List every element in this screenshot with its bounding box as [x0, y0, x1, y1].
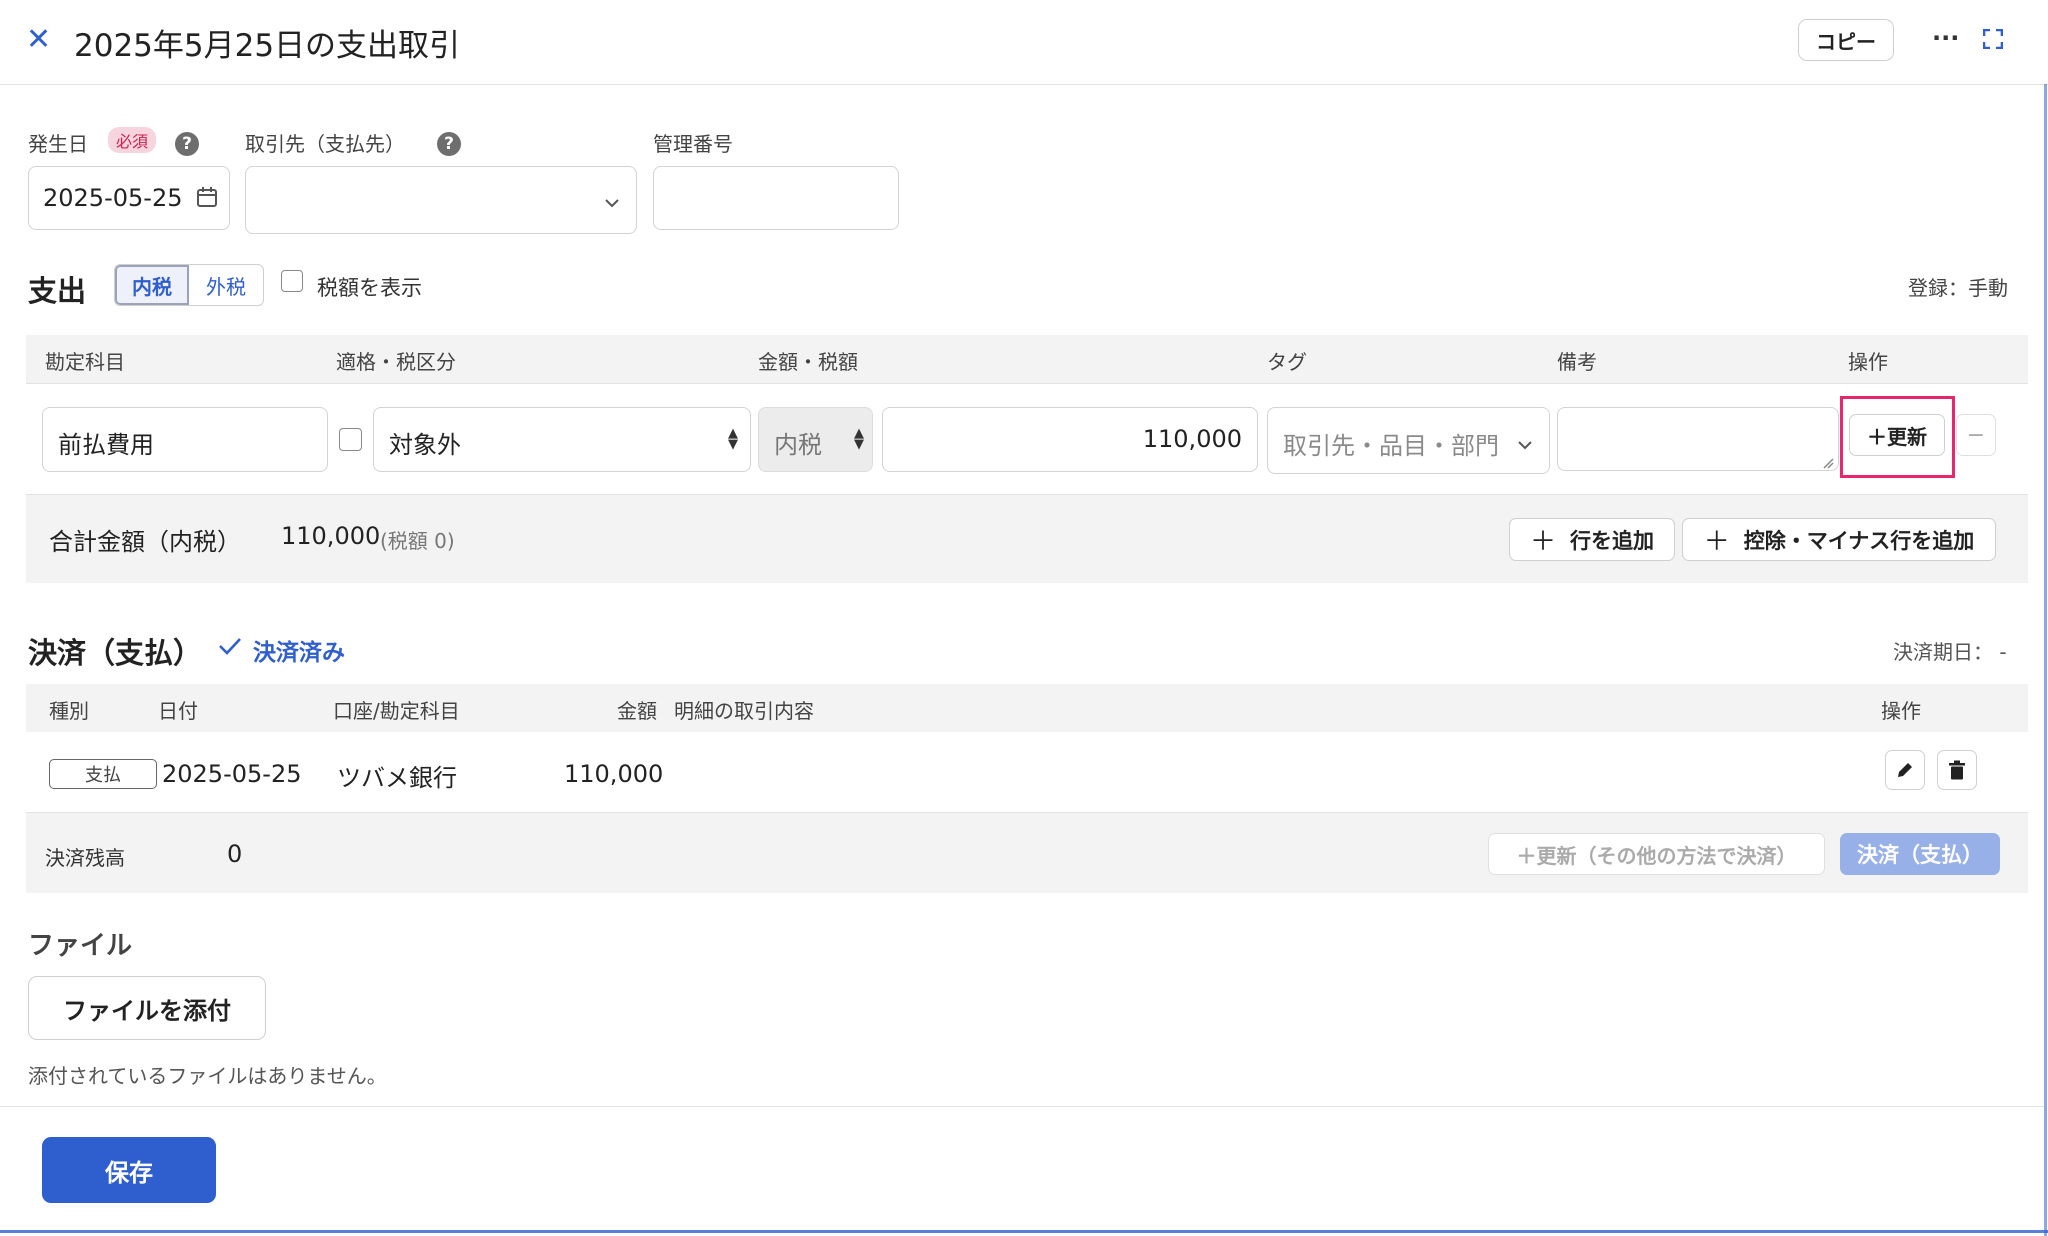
files-section-title: ファイル	[28, 931, 133, 961]
plus-icon: ＋	[1529, 527, 1556, 557]
row-update-button[interactable]: ＋更新	[1849, 414, 1945, 456]
balance-label: 決済残高	[45, 846, 125, 870]
tax-category-select[interactable]: 対象外 ▲ ▼	[373, 407, 751, 472]
page-title: 2025年5月25日の支出取引	[74, 28, 461, 64]
tags-placeholder: 取引先・品目・部門	[1283, 432, 1499, 460]
registration-type: 登録：手動	[1908, 276, 2008, 300]
trash-icon	[1949, 760, 1965, 780]
row-remove-button[interactable]: −	[1956, 414, 1996, 456]
balance-value: 0	[227, 840, 243, 868]
amount-field[interactable]: 110,000	[882, 407, 1258, 472]
right-edge-border	[2044, 84, 2047, 1236]
total-label: 合計金額（内税）	[49, 528, 241, 556]
settlement-date: 2025-05-25	[162, 760, 302, 788]
col-settle-account: 口座/勘定科目	[333, 699, 460, 723]
settlement-table-header	[26, 684, 2028, 732]
col-actions: 操作	[1848, 350, 1888, 374]
col-date: 日付	[158, 699, 198, 723]
required-badge: 必須	[108, 127, 157, 153]
settlement-due-date: 決済期日： -	[1893, 640, 2007, 664]
ref-label: 管理番号	[653, 132, 733, 156]
select-updown-icon: ▲ ▼	[854, 426, 864, 452]
account-value: 前払費用	[58, 431, 154, 459]
partner-help-icon[interactable]: ?	[437, 132, 461, 156]
total-tax: (税額 0)	[380, 529, 455, 553]
more-icon[interactable]: ···	[1932, 24, 1959, 52]
tax-toggle-inclusive[interactable]: 内税	[115, 265, 190, 305]
col-note: 備考	[1557, 350, 1597, 374]
col-tax-category: 適格・税区分	[336, 350, 456, 374]
settlement-amount: 110,000	[564, 760, 664, 788]
add-minus-row-label: 控除・マイナス行を追加	[1743, 528, 1975, 553]
amount-value: 110,000	[1142, 425, 1242, 453]
tax-category-value: 対象外	[389, 431, 461, 459]
checkmark-icon	[218, 636, 242, 660]
resize-handle-icon[interactable]	[1822, 454, 1834, 473]
col-settle-actions: 操作	[1881, 699, 1921, 723]
tax-toggle-exclusive[interactable]: 外税	[189, 265, 263, 305]
col-amount: 金額・税額	[758, 350, 858, 374]
select-updown-icon: ▲ ▼	[728, 426, 738, 452]
plus-icon: ＋	[1703, 527, 1730, 557]
total-value: 110,000	[281, 522, 381, 550]
chevron-down-icon	[1517, 436, 1533, 455]
partner-select[interactable]	[245, 166, 637, 234]
footer-divider	[0, 1106, 2044, 1107]
expense-table-header	[26, 335, 2028, 383]
header-divider	[0, 84, 2048, 85]
account-field[interactable]: 前払費用	[42, 407, 328, 472]
settlement-account: ツバメ銀行	[337, 764, 457, 792]
edit-button[interactable]	[1885, 750, 1925, 790]
add-minus-row-button[interactable]: ＋ 控除・マイナス行を追加	[1682, 518, 1996, 561]
close-icon[interactable]: ✕	[26, 22, 51, 58]
show-tax-label: 税額を表示	[317, 276, 422, 300]
add-row-button[interactable]: ＋ 行を追加	[1509, 518, 1675, 561]
bottom-edge-border	[0, 1230, 2048, 1233]
col-statement-detail: 明細の取引内容	[674, 699, 814, 723]
pay-button[interactable]: 決済（支払）	[1840, 833, 2000, 875]
no-files-text: 添付されているファイルはありません。	[28, 1064, 387, 1088]
date-value: 2025-05-25	[43, 184, 183, 212]
expense-header-divider	[26, 383, 2028, 384]
copy-button[interactable]: コピー	[1798, 19, 1894, 61]
delete-button[interactable]	[1937, 750, 1977, 790]
calendar-icon[interactable]	[196, 186, 218, 212]
other-method-button[interactable]: ＋更新（その他の方法で決済）	[1488, 833, 1825, 875]
tax-toggle: 内税 外税	[114, 264, 264, 306]
date-help-icon[interactable]: ?	[175, 132, 199, 156]
fullscreen-icon[interactable]	[1982, 28, 2004, 53]
tax-mode-select[interactable]: 内税 ▲ ▼	[758, 407, 873, 472]
pencil-icon	[1898, 763, 1912, 777]
tags-select[interactable]: 取引先・品目・部門	[1267, 407, 1550, 474]
settlement-type-badge: 支払	[49, 759, 157, 789]
qualified-invoice-checkbox[interactable]	[339, 428, 362, 451]
col-account: 勘定科目	[45, 350, 125, 374]
col-tags: タグ	[1267, 350, 1307, 374]
col-settle-amount: 金額	[617, 699, 657, 723]
settlement-section-title: 決済（支払）	[28, 636, 203, 670]
date-label: 発生日	[28, 132, 88, 156]
attach-file-button[interactable]: ファイルを添付	[28, 976, 266, 1040]
note-textarea[interactable]	[1557, 407, 1839, 471]
col-type: 種別	[49, 699, 89, 723]
date-field[interactable]: 2025-05-25	[28, 166, 230, 230]
partner-label: 取引先（支払先）	[245, 132, 405, 156]
expense-section-title: 支出	[28, 274, 87, 308]
tax-mode-value: 内税	[774, 431, 822, 459]
ref-number-field[interactable]	[653, 166, 899, 230]
save-button[interactable]: 保存	[42, 1137, 216, 1203]
show-tax-checkbox[interactable]	[281, 270, 303, 292]
settlement-status: 決済済み	[253, 640, 345, 666]
chevron-down-icon	[604, 194, 620, 213]
add-row-label: 行を追加	[1570, 528, 1654, 553]
